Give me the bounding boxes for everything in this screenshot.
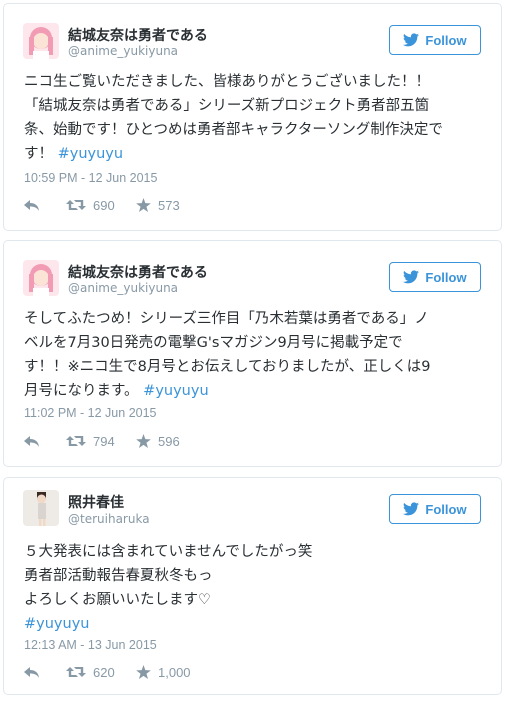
star-icon [136,198,151,212]
tweet-text-segment: す！ [24,146,53,162]
tweet-text: ニコ生ご覧いただきました、皆様ありがとうございました！！ 「結城友奈は勇者である… [24,70,486,166]
tweet-text-line: 勇者部活動報告春夏秋冬もっ [24,568,213,584]
display-name[interactable]: 結城友奈は勇者である [68,25,208,45]
tweet-card: 結城友奈は勇者である @anime_yukiyuna Follow ニコ生ご覧い… [3,3,502,231]
tweet-actions: 690 573 [24,196,180,214]
retweet-icon [66,436,86,446]
retweet-count: 620 [93,664,115,680]
twitter-bird-icon [403,502,420,516]
tweet-text-line: そしてふたつめ！シリーズ三作目「乃木若葉は勇者である」ノ [24,311,429,327]
tweet-card: 照井春佳 @teruiharuka Follow ５大発表には含まれていませんで… [3,477,502,695]
tweet-text-line: ５大発表には含まれていませんでしたがっ笑 [24,544,313,560]
reply-button[interactable] [24,665,66,679]
hashtag-link[interactable]: #yuyuyu [58,146,123,162]
display-name[interactable]: 結城友奈は勇者である [68,262,208,282]
twitter-bird-icon [403,33,420,47]
reply-icon [24,436,39,447]
tweet-text-line: す！ #yuyuyu [24,142,486,166]
tweet-text-line: す！！※ニコ生で8月号とお伝えしておりましたが、正しくは9 [24,359,431,375]
tweet-text-line: よろしくお願いいたします♡ [24,592,211,608]
reply-button[interactable] [24,434,66,448]
retweet-icon [66,667,86,677]
tweet-text-line: 月号になります。 #yuyuyu [24,379,486,403]
retweet-icon [66,200,86,210]
retweet-button[interactable]: 690 [66,198,136,213]
tweet-text-line: 条、始動です！ひとつめは勇者部キャラクターソング制作決定で [24,122,443,138]
follow-label: Follow [425,32,467,48]
avatar[interactable] [23,490,59,526]
display-name[interactable]: 照井春佳 [68,492,124,512]
tweet-text: そしてふたつめ！シリーズ三作目「乃木若葉は勇者である」ノ ベルを7月30日発売の… [24,307,486,403]
like-button[interactable]: 1,000 [136,665,191,680]
user-handle[interactable]: @anime_yukiyuna [68,281,178,295]
hashtag-link[interactable]: #yuyuyu [24,612,486,636]
reply-icon [24,667,39,678]
retweet-button[interactable]: 620 [66,665,136,680]
follow-label: Follow [425,501,467,517]
avatar[interactable] [23,23,59,59]
tweet-text-line: ニコ生ご覧いただきました、皆様ありがとうございました！！ [24,74,430,90]
tweet-card: 結城友奈は勇者である @anime_yukiyuna Follow そしてふたつ… [3,240,502,467]
like-count: 596 [158,433,180,449]
tweet-text-line: ベルを7月30日発売の電撃G'sマガジン9月号に掲載予定で [24,335,403,351]
star-icon [136,665,151,679]
like-button[interactable]: 573 [136,198,180,213]
like-count: 573 [158,197,180,213]
follow-button[interactable]: Follow [389,494,481,524]
tweet-text-segment: 月号になります。 [24,383,139,399]
star-icon [136,434,151,448]
tweet-actions: 620 1,000 [24,663,191,681]
tweet-actions: 794 596 [24,432,180,450]
follow-button[interactable]: Follow [389,25,481,55]
avatar[interactable] [23,260,59,296]
user-handle[interactable]: @teruiharuka [68,512,150,526]
follow-label: Follow [425,269,467,285]
retweet-count: 690 [93,197,115,213]
tweet-text-line: 「結城友奈は勇者である」シリーズ新プロジェクト勇者部五箇 [24,98,430,114]
tweet-text: ５大発表には含まれていませんでしたがっ笑 勇者部活動報告春夏秋冬もっ よろしくお… [24,540,486,636]
retweet-count: 794 [93,433,115,449]
reply-button[interactable] [24,198,66,212]
tweet-timestamp[interactable]: 11:02 PM - 12 Jun 2015 [24,406,157,420]
retweet-button[interactable]: 794 [66,434,136,449]
twitter-bird-icon [403,270,420,284]
tweet-timestamp[interactable]: 10:59 PM - 12 Jun 2015 [24,171,157,185]
like-count: 1,000 [158,664,191,680]
tweet-timestamp[interactable]: 12:13 AM - 13 Jun 2015 [24,638,157,652]
like-button[interactable]: 596 [136,434,180,449]
follow-button[interactable]: Follow [389,262,481,292]
user-handle[interactable]: @anime_yukiyuna [68,44,178,58]
reply-icon [24,200,39,211]
hashtag-link[interactable]: #yuyuyu [143,383,208,399]
